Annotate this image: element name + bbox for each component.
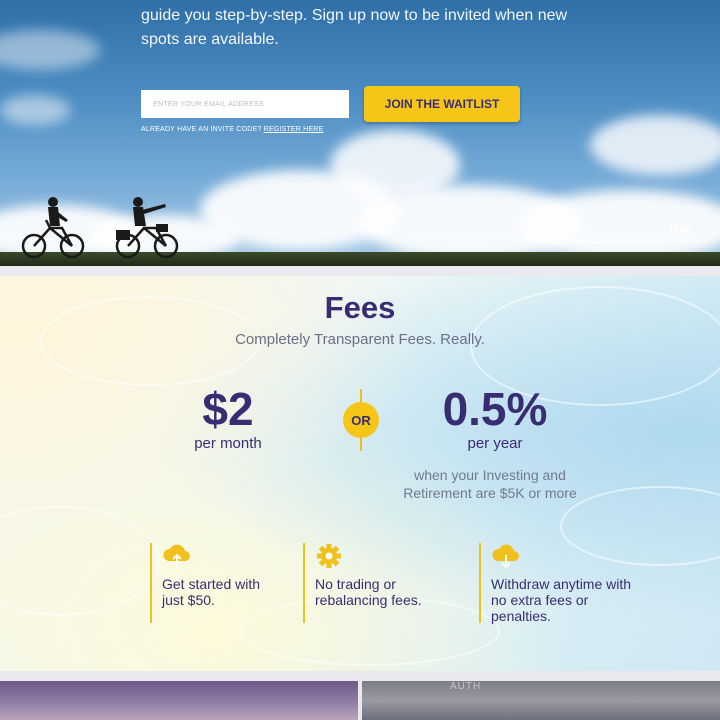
yearly-price-note: when your Investing and Retirement are $… (403, 467, 577, 501)
hero-section: guide you step-by-step. Sign up now to b… (0, 0, 720, 266)
feature-text: No trading or rebalancing fees. (315, 576, 422, 608)
yearly-price: 0.5% per year (410, 384, 580, 454)
fees-subtitle: Completely Transparent Fees. Really. (235, 331, 485, 348)
cyclists-silhouette (21, 197, 179, 259)
affiliate-wordmark: DAILYWORTH (655, 239, 708, 246)
invite-code-row: ALREADY HAVE AN INVITE CODE? REGISTER HE… (141, 126, 323, 133)
yearly-amount: 0.5% (442, 383, 548, 435)
affiliate-text: WorthFM is an affiliate of (573, 239, 652, 246)
monthly-amount: $2 (202, 383, 254, 435)
monthly-unit: per month (194, 435, 262, 452)
feature-no-trading-fees: No trading or rebalancing fees. (303, 543, 443, 623)
feature-get-started: Get started with just $50. (150, 543, 270, 623)
email-input[interactable] (141, 90, 349, 118)
or-badge: OR (343, 402, 379, 438)
invite-prompt: ALREADY HAVE AN INVITE CODE? (141, 126, 262, 133)
affiliate-note: WorthFM is an affiliate of DAILYWORTH (574, 239, 708, 246)
cloud-download-icon (492, 544, 519, 569)
hero-copy: guide you step-by-step. Sign up now to b… (141, 7, 568, 48)
gear-icon (317, 544, 341, 568)
bottom-card-right[interactable]: AUTH (362, 681, 720, 720)
dailyworth-logo: dw (669, 222, 690, 237)
fees-title: Fees (324, 290, 396, 325)
fees-section: Fees Completely Transparent Fees. Really… (0, 276, 720, 671)
register-here-link[interactable]: REGISTER HERE (264, 126, 324, 133)
cloud-upload-icon (163, 544, 190, 567)
join-waitlist-button[interactable]: JOIN THE WAITLIST (364, 86, 520, 122)
yearly-unit: per year (467, 435, 523, 452)
bottom-card-left[interactable] (0, 681, 358, 720)
feature-text: Get started with just $50. (162, 576, 261, 608)
feature-text: Withdraw anytime with no extra fees or p… (491, 576, 632, 624)
monthly-price: $2 per month (168, 384, 288, 454)
feature-withdraw-anytime: Withdraw anytime with no extra fees or p… (479, 543, 639, 624)
bottom-card-right-label: AUTH (450, 681, 482, 692)
